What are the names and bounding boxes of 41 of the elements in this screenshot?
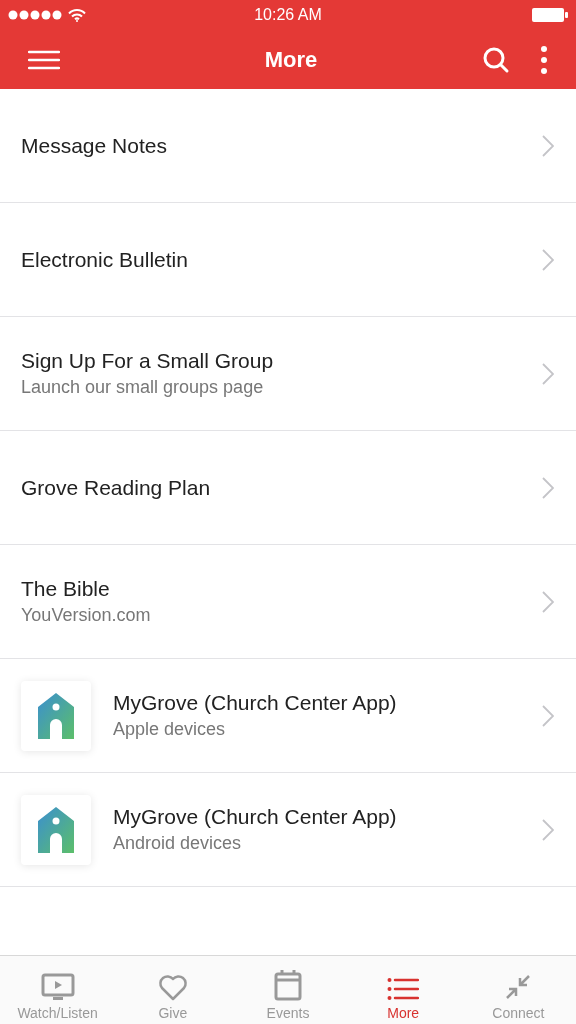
item-title: MyGrove (Church Center App) <box>113 805 398 829</box>
chevron-icon <box>542 362 554 385</box>
status-time: 10:26 AM <box>254 6 322 24</box>
chevron-icon <box>542 818 554 841</box>
screen-title: More <box>263 46 319 73</box>
chevron-icon <box>542 590 554 613</box>
item-title: The Bible <box>21 577 111 601</box>
tab[interactable]: More <box>345 956 461 1024</box>
app-icon <box>21 680 91 751</box>
list-item[interactable]: Sign Up For a Small Group Launch our small groups page <box>0 317 576 431</box>
app-icon <box>21 794 91 865</box>
list-item[interactable]: Grove Reading Plan <box>0 431 576 545</box>
list-item[interactable]: Electronic Bulletin <box>0 203 576 317</box>
search-icon[interactable] <box>482 45 510 74</box>
menu-icon[interactable] <box>28 49 60 70</box>
chevron-icon <box>542 134 554 157</box>
list-item[interactable]: MyGrove (Church Center App) Apple devices <box>0 659 576 773</box>
list-item[interactable]: Message Notes <box>0 89 576 203</box>
battery-icon <box>532 8 568 22</box>
chevron-icon <box>542 704 554 727</box>
calendar-icon <box>274 969 302 1001</box>
list-item[interactable]: MyGrove (Church Center App) Android devices <box>0 773 576 887</box>
item-subtitle: YouVersion.com <box>21 605 152 626</box>
arrows-inward-icon <box>504 973 533 1001</box>
item-title: Message Notes <box>21 133 168 158</box>
list-icon <box>387 977 420 1001</box>
item-title: Grove Reading Plan <box>21 475 212 500</box>
signal-icon <box>8 10 62 20</box>
item-subtitle: Apple devices <box>113 719 227 740</box>
item-subtitle: Android devices <box>113 833 243 854</box>
wifi-icon <box>68 8 86 22</box>
chevron-icon <box>542 248 554 271</box>
heart-icon <box>157 973 188 1001</box>
item-subtitle: Launch our small groups page <box>21 377 265 398</box>
tv-play-icon <box>40 973 75 1001</box>
item-title: MyGrove (Church Center App) <box>113 691 398 715</box>
item-title: Sign Up For a Small Group <box>21 349 275 373</box>
more-options-icon[interactable] <box>540 44 548 75</box>
item-title: Electronic Bulletin <box>21 247 189 272</box>
list-item[interactable]: The Bible YouVersion.com <box>0 545 576 659</box>
chevron-icon <box>542 476 554 499</box>
